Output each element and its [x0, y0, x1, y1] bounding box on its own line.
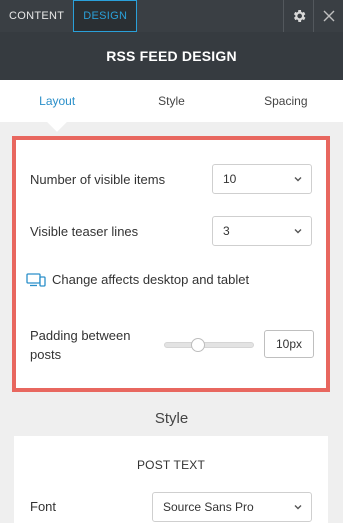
chevron-down-icon [294, 177, 302, 182]
panel-title: RSS FEED DESIGN [0, 32, 343, 80]
post-text-heading: POST TEXT [136, 458, 206, 472]
sub-tabs: Layout Style Spacing [0, 80, 343, 122]
subtab-style[interactable]: Style [114, 80, 228, 122]
close-icon [323, 10, 334, 22]
teaser-lines-row: Visible teaser lines 3 [30, 216, 312, 246]
chevron-down-icon [294, 229, 302, 234]
visible-items-row: Number of visible items 10 [30, 164, 312, 194]
device-note-text: Change affects desktop and tablet [52, 272, 250, 287]
font-label: Font [30, 499, 57, 514]
padding-slider-knob[interactable] [191, 338, 205, 352]
top-bar: CONTENT DESIGN [0, 0, 343, 32]
subtab-layout[interactable]: Layout [0, 80, 114, 122]
subtab-spacing[interactable]: Spacing [229, 80, 343, 122]
teaser-lines-select[interactable]: 3 [212, 216, 312, 246]
device-note: Change affects desktop and tablet [26, 272, 249, 287]
padding-slider[interactable] [164, 338, 254, 352]
desktop-tablet-icon [26, 272, 46, 287]
top-bar-spacer [137, 0, 283, 32]
style-heading: Style [154, 410, 189, 427]
visible-items-label: Number of visible items [30, 171, 166, 187]
visible-items-value: 10 [223, 172, 237, 186]
font-select[interactable]: Source Sans Pro [152, 492, 312, 522]
tab-content[interactable]: CONTENT [0, 0, 73, 32]
padding-input[interactable]: 10px [264, 330, 314, 358]
close-button[interactable] [313, 0, 343, 32]
font-value: Source Sans Pro [163, 500, 254, 514]
visible-items-select[interactable]: 10 [212, 164, 312, 194]
teaser-lines-label: Visible teaser lines [30, 223, 139, 239]
settings-button[interactable] [283, 0, 313, 32]
padding-label: Padding between posts [30, 328, 131, 362]
layout-panel: Number of visible items 10 Visible tease… [12, 136, 330, 392]
teaser-lines-value: 3 [223, 224, 230, 238]
style-panel: POST TEXT Font Source Sans Pro [14, 436, 328, 523]
padding-row: Padding between posts 10px [30, 324, 316, 364]
gear-icon [293, 10, 305, 22]
chevron-down-icon [294, 505, 302, 510]
tab-design[interactable]: DESIGN [73, 0, 138, 32]
